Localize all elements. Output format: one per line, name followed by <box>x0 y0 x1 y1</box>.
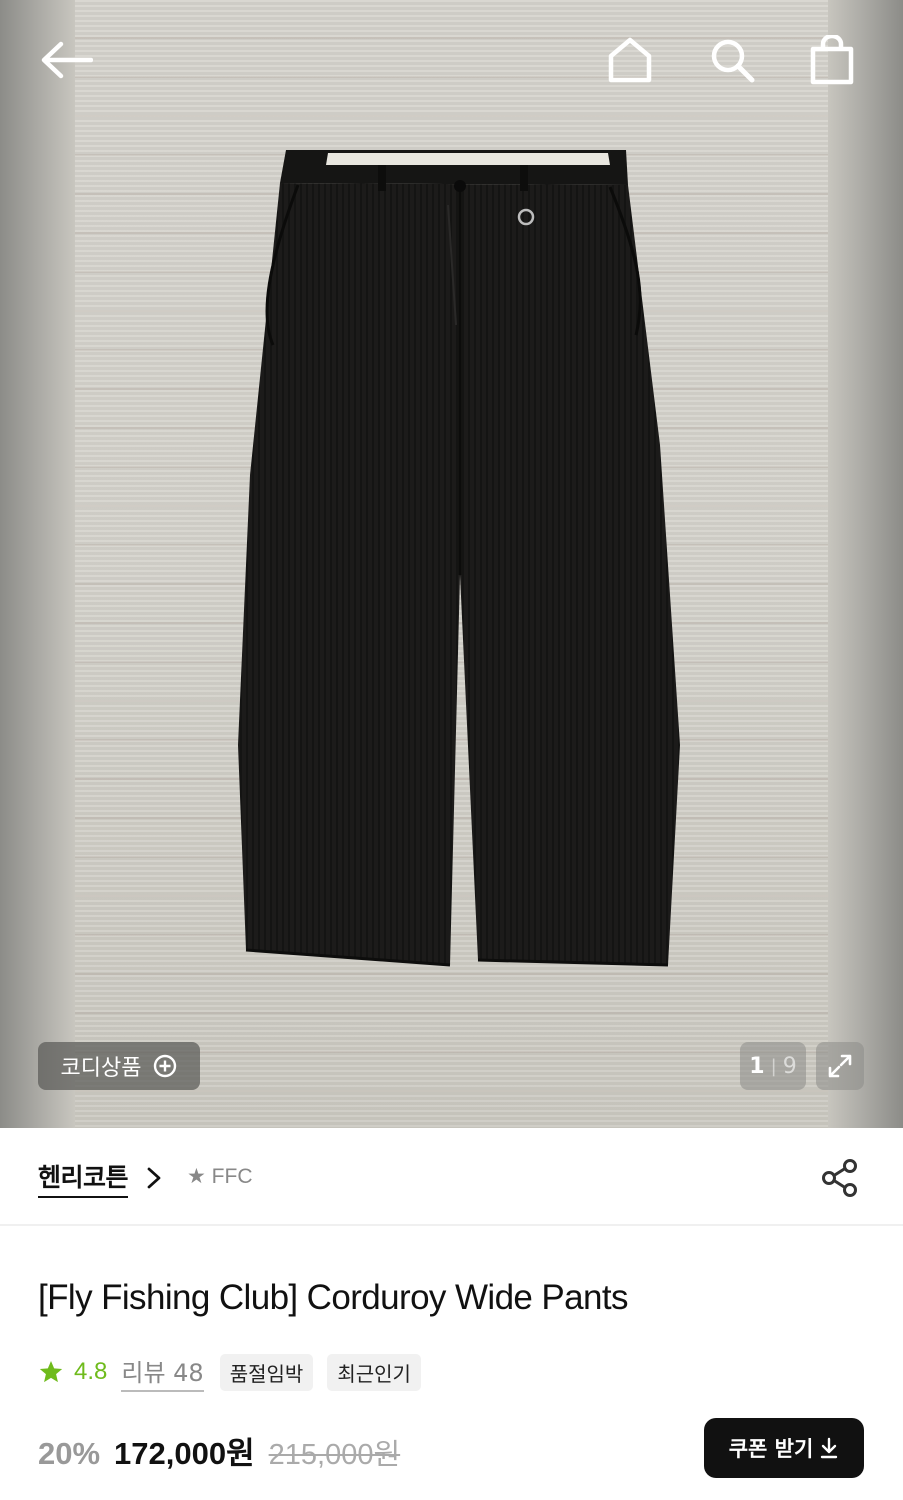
price-row: 20% 172,000원 215,000원 <box>38 1428 401 1471</box>
share-icon <box>822 1159 857 1197</box>
get-coupon-button[interactable]: 쿠폰 받기 <box>704 1418 864 1478</box>
home-button[interactable] <box>602 32 658 88</box>
image-counter-separator: | <box>770 1055 777 1077</box>
back-button[interactable] <box>38 32 94 88</box>
cart-button[interactable] <box>804 32 860 88</box>
product-photo-pants <box>238 150 680 967</box>
download-icon <box>821 1437 838 1459</box>
shopping-bag-icon <box>810 35 854 85</box>
brand-row: 헨리코튼 ★ FFC <box>0 1128 903 1226</box>
expand-image-button[interactable] <box>816 1042 864 1090</box>
coupon-label: 쿠폰 받기 <box>728 1437 814 1461</box>
codi-products-button[interactable]: 코디상품 <box>38 1042 200 1090</box>
rating-row: 4.8 리뷰 48 품절임박 최근인기 <box>38 1353 421 1392</box>
search-button[interactable] <box>704 32 760 88</box>
badge-low-stock: 품절임박 <box>219 1353 314 1391</box>
product-image-gallery[interactable]: 코디상품 1 | 9 <box>0 0 903 1128</box>
image-counter-total: 9 <box>782 1053 797 1079</box>
share-button[interactable] <box>816 1154 864 1202</box>
product-title: [Fly Fishing Club] Corduroy Wide Pants <box>38 1278 629 1317</box>
discount-rate: 20% <box>38 1436 101 1471</box>
plus-circle-icon <box>154 1054 177 1078</box>
sub-brand-label: ★ FFC <box>187 1165 253 1188</box>
chevron-right-icon[interactable] <box>146 1166 162 1190</box>
review-count-link[interactable]: 리뷰 48 <box>121 1353 204 1392</box>
original-price: 215,000원 <box>268 1439 401 1471</box>
image-counter: 1 | 9 <box>740 1042 806 1090</box>
home-icon <box>608 37 652 83</box>
rating-value: 4.8 <box>74 1358 108 1385</box>
image-counter-current: 1 <box>749 1053 765 1079</box>
brand-name-link[interactable]: 헨리코튼 <box>38 1158 129 1198</box>
codi-products-label: 코디상품 <box>60 1056 142 1081</box>
arrow-left-icon <box>41 41 93 79</box>
expand-icon <box>828 1054 852 1078</box>
search-icon <box>711 39 755 83</box>
badge-trending: 최근인기 <box>327 1353 421 1391</box>
star-icon <box>39 1360 63 1383</box>
sale-price: 172,000원 <box>114 1436 255 1471</box>
